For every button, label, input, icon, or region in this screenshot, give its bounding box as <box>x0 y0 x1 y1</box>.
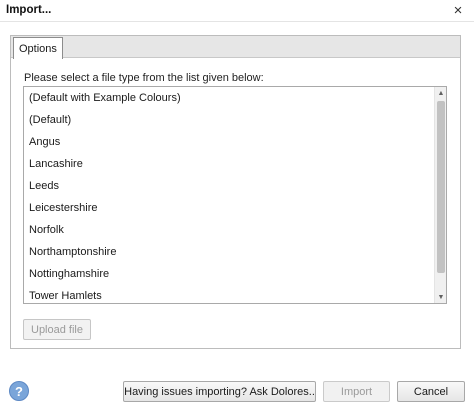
file-type-item[interactable]: Norfolk <box>24 219 433 241</box>
instruction-text: Please select a file type from the list … <box>24 72 264 84</box>
cancel-button[interactable]: Cancel <box>397 381 465 402</box>
file-type-item[interactable]: Nottinghamshire <box>24 263 433 285</box>
vertical-scrollbar[interactable]: ▲ ▼ <box>434 87 446 303</box>
scroll-up-icon[interactable]: ▲ <box>435 87 446 99</box>
help-icon[interactable]: ? <box>9 381 29 401</box>
file-type-item[interactable]: Leicestershire <box>24 197 433 219</box>
file-type-item[interactable]: (Default) <box>24 109 433 131</box>
window-title: Import... <box>6 4 52 16</box>
tab-options[interactable]: Options <box>13 37 63 59</box>
file-type-item[interactable]: Leeds <box>24 175 433 197</box>
ask-dolores-button[interactable]: Having issues importing? Ask Dolores.. <box>123 381 316 402</box>
scroll-down-icon[interactable]: ▼ <box>435 291 446 303</box>
tab-strip: Options <box>11 36 460 59</box>
file-type-item[interactable]: Lancashire <box>24 153 433 175</box>
file-type-listbox[interactable]: (Default with Example Colours) (Default) A… <box>23 86 447 304</box>
options-panel: Options Please select a file type from t… <box>10 35 461 349</box>
upload-file-button[interactable]: Upload file <box>23 319 91 340</box>
file-type-item[interactable]: Tower Hamlets <box>24 285 433 303</box>
scrollbar-thumb[interactable] <box>437 101 445 273</box>
file-type-list: (Default with Example Colours) (Default) A… <box>24 87 433 303</box>
file-type-item[interactable]: Northamptonshire <box>24 241 433 263</box>
file-type-item[interactable]: (Default with Example Colours) <box>24 87 433 109</box>
file-type-item[interactable]: Angus <box>24 131 433 153</box>
close-icon[interactable]: × <box>450 2 466 18</box>
import-button[interactable]: Import <box>323 381 390 402</box>
title-bar: Import... × <box>0 0 474 22</box>
